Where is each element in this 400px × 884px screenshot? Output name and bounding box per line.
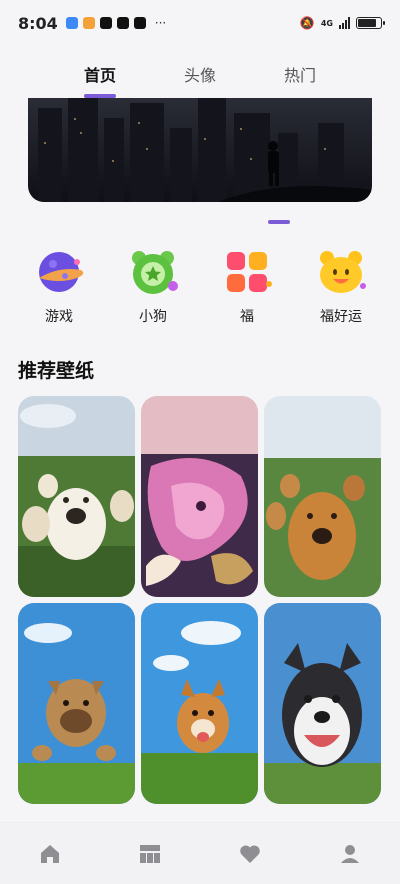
heart-icon <box>240 844 260 863</box>
mute-icon: 🔕 <box>299 16 315 30</box>
category-game[interactable]: 游戏 <box>19 244 99 326</box>
tiktok-icon <box>99 17 112 29</box>
wallpaper-card[interactable] <box>18 603 135 804</box>
wallpaper-card[interactable] <box>18 396 135 597</box>
category-label: 小狗 <box>139 309 167 325</box>
wallpaper-image <box>141 396 258 597</box>
tiktok-icon <box>133 17 146 29</box>
banner-image <box>28 98 372 202</box>
smiley-bear-icon <box>312 244 370 300</box>
status-time: 8:04 <box>18 13 58 33</box>
wallpaper-image <box>264 396 381 597</box>
wallpaper-image <box>264 603 381 804</box>
carousel-indicator <box>268 220 290 224</box>
category-label: 福 <box>240 309 254 325</box>
nav-home[interactable] <box>20 834 80 874</box>
profile-icon <box>341 844 359 863</box>
battery-icon <box>356 17 385 29</box>
category-dog[interactable]: 小狗 <box>113 244 193 326</box>
category-row: 游戏 小狗 福 福好运 <box>0 244 400 326</box>
wallpaper-card[interactable] <box>141 603 258 804</box>
bottom-nav <box>0 822 400 884</box>
wallpaper-image <box>141 603 258 804</box>
network-type: 4G <box>320 18 333 28</box>
section-title: 推荐壁纸 <box>18 360 95 382</box>
category-good-luck[interactable]: 福好运 <box>301 244 381 326</box>
wallpaper-image <box>18 396 135 597</box>
category-fu[interactable]: 福 <box>207 244 287 326</box>
app-notification-icon <box>65 17 78 29</box>
tab-avatar[interactable]: 头像 <box>180 58 220 98</box>
nav-favorites[interactable] <box>220 834 280 874</box>
wallpaper-grid <box>18 396 382 804</box>
tiktok-icon <box>116 17 129 29</box>
tab-home[interactable]: 首页 <box>80 58 120 98</box>
tab-hot[interactable]: 热门 <box>280 58 320 98</box>
wallpaper-card[interactable] <box>264 603 381 804</box>
wallpaper-card[interactable] <box>264 396 381 597</box>
category-label: 福好运 <box>320 309 362 325</box>
top-tabs: 首页 头像 热门 <box>0 58 400 98</box>
category-label: 游戏 <box>45 309 73 325</box>
wallpaper-card[interactable] <box>141 396 258 597</box>
status-bar: 8:04 ··· 🔕 4G <box>0 0 400 46</box>
banner-carousel[interactable] <box>28 98 372 202</box>
status-indicators: 🔕 4G <box>299 16 385 30</box>
planet-icon <box>30 244 88 300</box>
grid-blocks-icon <box>218 244 276 300</box>
more-notifications: ··· <box>154 16 167 30</box>
notification-icons: ··· <box>65 16 167 30</box>
dog-star-icon <box>124 244 182 300</box>
signal-icon <box>339 17 350 29</box>
game-notification-icon <box>82 17 95 29</box>
nav-profile[interactable] <box>320 834 380 874</box>
wallpaper-image <box>18 603 135 804</box>
nav-category[interactable] <box>120 834 180 874</box>
category-grid-icon <box>140 844 160 863</box>
home-icon <box>41 844 59 863</box>
